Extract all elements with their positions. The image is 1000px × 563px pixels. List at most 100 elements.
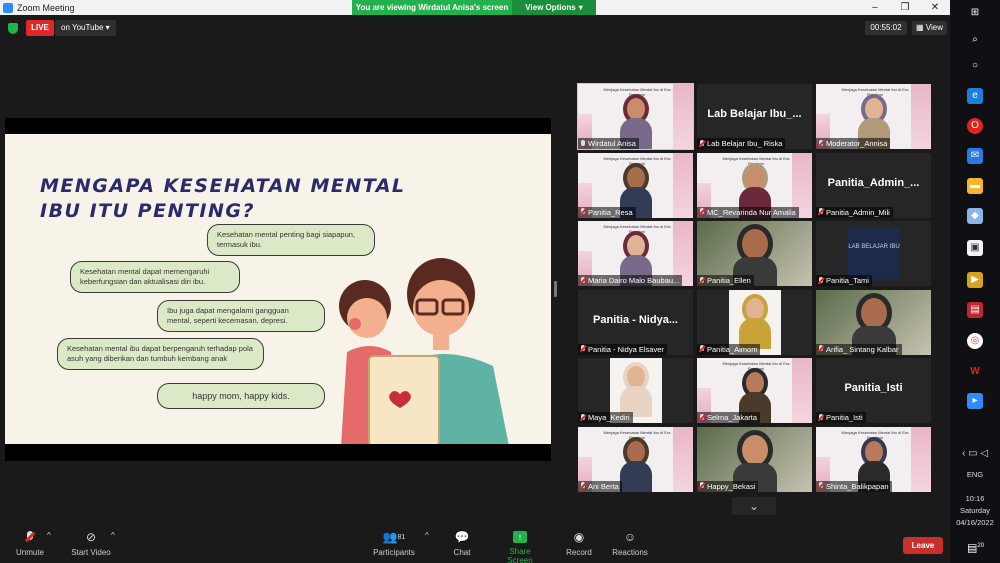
participant-tile[interactable]: Lab Belajar Ibu_... Lab Belajar Ibu_ Risk… (697, 84, 812, 149)
flower-decoration (673, 152, 693, 218)
view-button[interactable]: ▦ View (912, 21, 947, 35)
viewing-message: You are viewing Wirdatul Anisa's screen (355, 3, 509, 12)
leave-button[interactable]: Leave (903, 537, 943, 554)
thumbnail-title: Menjaga Kesehatan Mental Ibu di Era Pand… (722, 155, 790, 166)
participant-tile[interactable]: Panitia_Admin_... Panitia_Admin_Mili (816, 152, 931, 218)
participant-name-label: Lab Belajar Ibu_ Riska (697, 138, 786, 149)
chat-button[interactable]: 💬 Chat (450, 531, 474, 558)
record-button[interactable]: ◉ Record (565, 531, 593, 558)
chrome-browser-icon[interactable]: ◎ (967, 333, 983, 349)
share-screen-button[interactable]: ↑ Share Screen (496, 531, 544, 563)
thumbnail-title: Menjaga Kesehatan Mental Ibu di Era Pand… (603, 429, 671, 440)
participant-name-label: Moderator_Annisa (816, 138, 891, 149)
maximize-button[interactable]: ❐ (890, 0, 920, 15)
encryption-shield-icon[interactable] (8, 23, 18, 34)
muted-mic-icon (818, 482, 824, 490)
speech-bubble: Ibu juga dapat mengalami gangguan mental… (157, 300, 325, 332)
lab-belajar-ibu-logo: LAB BELAJAR IBU (848, 227, 900, 279)
thumbnail-title: Menjaga Kesehatan Mental Ibu di Era Pand… (603, 224, 671, 234)
chevron-down-icon: ▾ (578, 3, 583, 12)
participant-tile[interactable]: Menjaga Kesehatan Mental Ibu di Era Pand… (577, 83, 694, 150)
file-explorer-icon[interactable]: ▬ (967, 178, 983, 194)
audio-options-caret[interactable]: ^ (47, 531, 51, 540)
task-view-icon[interactable]: ○ (967, 58, 983, 74)
close-button[interactable]: ✕ (920, 0, 950, 15)
live-badge[interactable]: LIVE (26, 20, 54, 36)
store-icon[interactable]: ▣ (967, 240, 983, 256)
windows-start-icon[interactable]: ⊞ (967, 5, 983, 21)
live-destination-dropdown[interactable]: on YouTube ▾ (55, 20, 116, 36)
zoom-app-icon[interactable]: ▸ (967, 393, 983, 409)
participant-tile[interactable]: Panitia_Isti Panitia_Isti (816, 358, 931, 423)
participants-icon: 👥81 (382, 530, 406, 544)
pdf-reader-icon[interactable]: ▤ (967, 302, 983, 318)
participant-name-label: Panitia - Nidya Elsaver (578, 343, 667, 355)
meeting-toolbar: Unmute ^ ⊘ Start Video ^ 👥81 Participant… (0, 523, 950, 563)
muted-mic-icon (818, 139, 824, 148)
grid-icon: ▦ (916, 23, 924, 32)
search-icon[interactable]: ⌕ (967, 32, 983, 48)
participant-tile[interactable]: Happy_Bekasi (697, 426, 812, 492)
muted-mic-icon (580, 345, 586, 353)
chevron-down-icon: ▾ (105, 23, 110, 32)
flower-decoration (673, 426, 693, 492)
video-options-caret[interactable]: ^ (111, 531, 115, 540)
participant-name-label: MC_Revarinda Nur Amalia (697, 206, 799, 218)
media-player-icon[interactable]: ▶ (967, 272, 983, 288)
reactions-button[interactable]: ☺ Reactions (612, 531, 648, 558)
thumbnail-title: Menjaga Kesehatan Mental Ibu di Era Pand… (722, 361, 790, 371)
participant-name-label: Maya_Kediri (578, 412, 633, 423)
input-language[interactable]: ENG (950, 470, 1000, 479)
participant-tile[interactable]: Panitia_Aimom (697, 289, 812, 355)
window-controls: – ❐ ✕ (860, 0, 950, 15)
app-icon[interactable]: ◆ (967, 208, 983, 224)
clock-time[interactable]: 10:16 (950, 494, 1000, 503)
opera-browser-icon[interactable]: O (967, 118, 983, 134)
thumbnail-title: Menjaga Kesehatan Mental Ibu di Era Pand… (841, 429, 909, 440)
gallery-next-page-button[interactable]: ⌄ (732, 497, 776, 515)
participant-tile[interactable]: Menjaga Kesehatan Mental Ibu di Era Pand… (697, 358, 812, 423)
unmute-button[interactable]: Unmute (14, 531, 46, 557)
thumbnail-title: Menjaga Kesehatan Mental Ibu di Era Pand… (603, 155, 671, 166)
participant-name-label: Maria Dairo Malo Baubau... (578, 275, 683, 286)
participant-tile[interactable]: Maya_Kediri (578, 358, 693, 423)
participant-name-label: Panitia_Admin_Mili (816, 206, 893, 218)
edge-browser-icon[interactable]: e (967, 88, 983, 104)
flower-decoration (911, 84, 931, 149)
pane-splitter-handle[interactable] (554, 281, 557, 297)
muted-mic-icon (580, 413, 586, 422)
notifications-icon[interactable]: ▤20 (967, 538, 984, 555)
participant-name-label: Happy_Bekasi (697, 480, 759, 492)
participant-tile[interactable]: Menjaga Kesehatan Mental Ibu di Era Pand… (578, 426, 693, 492)
participant-tile[interactable]: Menjaga Kesehatan Mental Ibu di Era Pand… (816, 84, 931, 149)
logo-text: LAB BELAJAR IBU (848, 244, 900, 250)
meeting-timer: 00:55:02 (865, 21, 907, 35)
participant-tile[interactable]: Panitia_Ellen (697, 221, 812, 286)
participant-tile[interactable]: Menjaga Kesehatan Mental Ibu di Era Pand… (578, 221, 693, 286)
participant-tile[interactable]: Menjaga Kesehatan Mental Ibu di Era Pand… (697, 152, 812, 218)
muted-mic-icon (699, 482, 705, 490)
participant-tile[interactable]: Menjaga Kesehatan Mental Ibu di Era Pand… (578, 152, 693, 218)
participant-tile[interactable]: Arifia_ Sintang Kalbar (816, 289, 931, 355)
participant-tile[interactable]: Panitia - Nidya... Panitia - Nidya Elsave… (578, 289, 693, 355)
muted-mic-icon (580, 482, 586, 490)
participant-name-label: Panitia_Ellen (697, 275, 754, 286)
tray-overflow-chevron-icon[interactable]: ‹ ▭ ◁ (950, 448, 1000, 459)
mail-icon[interactable]: ✉ (967, 148, 983, 164)
wps-office-icon[interactable]: W (967, 364, 983, 380)
participants-count: 81 (397, 534, 406, 541)
minimize-button[interactable]: – (860, 0, 890, 15)
shared-screen[interactable]: MENGAPA KESEHATAN MENTAL IBU ITU PENTING… (5, 118, 551, 461)
participant-name-label: Selma_Jakarta (697, 412, 761, 423)
muted-mic-icon (580, 276, 586, 285)
start-video-button[interactable]: ⊘ Start Video (68, 531, 114, 558)
zoom-window: Zoom Meeting You are viewing Wirdatul An… (0, 0, 1000, 563)
participant-name-label: Panitia_Resa (578, 206, 636, 218)
view-options-button[interactable]: View Options ▾ (512, 0, 596, 15)
mother-child-illustration (339, 258, 509, 444)
muted-mic-icon (14, 531, 46, 544)
participants-button[interactable]: 👥81 Participants (372, 530, 416, 558)
participant-tile[interactable]: Menjaga Kesehatan Mental Ibu di Era Pand… (816, 426, 931, 492)
participant-tile[interactable]: LAB BELAJAR IBU Panitia_Tami (816, 221, 931, 286)
participants-options-caret[interactable]: ^ (425, 531, 429, 540)
